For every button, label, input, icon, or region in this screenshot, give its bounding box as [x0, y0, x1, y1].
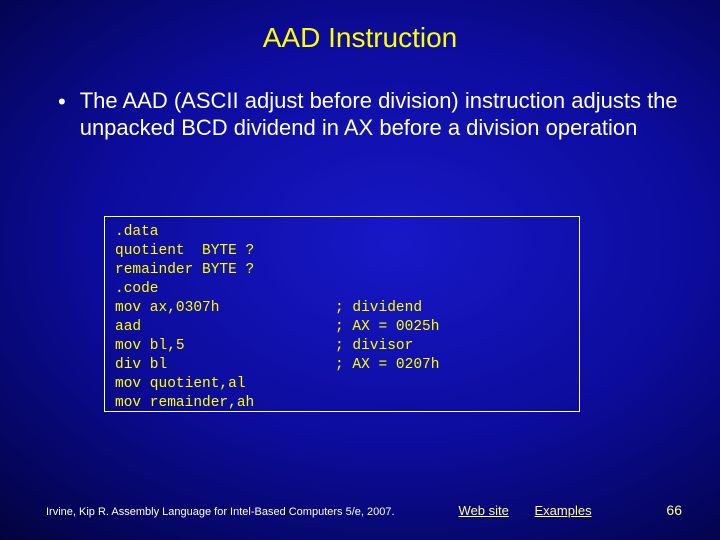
- bullet-item: • The AAD (ASCII adjust before division)…: [0, 88, 720, 142]
- code-block: .data quotient BYTE ? remainder BYTE ? .…: [104, 216, 580, 412]
- bullet-text: The AAD (ASCII adjust before division) i…: [80, 88, 680, 142]
- code-line: .data: [115, 223, 335, 242]
- code-comment: ; divisor: [335, 337, 413, 356]
- footer-links: Web site Examples: [459, 503, 614, 518]
- code-comment: ; dividend: [335, 299, 422, 318]
- slide-title: AAD Instruction: [0, 0, 720, 54]
- code-line: mov ax,0307h: [115, 299, 335, 318]
- code-line: div bl: [115, 356, 335, 375]
- examples-link[interactable]: Examples: [535, 503, 592, 518]
- slide: AAD Instruction • The AAD (ASCII adjust …: [0, 0, 720, 540]
- code-line: mov bl,5: [115, 337, 335, 356]
- code-line: mov quotient,al: [115, 375, 335, 394]
- code-line: mov remainder,ah: [115, 394, 335, 413]
- footer-citation: Irvine, Kip R. Assembly Language for Int…: [46, 506, 435, 518]
- code-line: remainder BYTE ?: [115, 261, 335, 280]
- code-line: .code: [115, 280, 335, 299]
- code-comment: ; AX = 0025h: [335, 318, 439, 337]
- web-site-link[interactable]: Web site: [459, 503, 509, 518]
- code-line: quotient BYTE ?: [115, 242, 335, 261]
- bullet-icon: •: [58, 89, 66, 116]
- code-comment: ; AX = 0207h: [335, 356, 439, 375]
- page-number: 66: [666, 502, 690, 518]
- code-line: aad: [115, 318, 335, 337]
- footer: Irvine, Kip R. Assembly Language for Int…: [0, 502, 720, 518]
